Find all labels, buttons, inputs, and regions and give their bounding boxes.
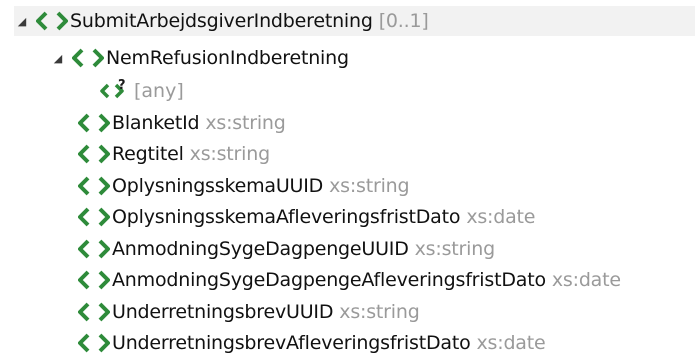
- xml-element-icon: [78, 113, 110, 133]
- cardinality-label: [0..1]: [378, 10, 429, 32]
- element-type: xs:date: [476, 332, 546, 354]
- tree-node-child[interactable]: ◢ NemRefusionIndberetning: [50, 43, 349, 73]
- tree-node-element[interactable]: UnderretningsbrevUUID xs:string: [78, 297, 420, 327]
- tree-node-element[interactable]: OplysningsskemaAfleveringsfristDato xs:d…: [78, 202, 536, 232]
- tree-node-label: NemRefusionIndberetning: [106, 47, 349, 69]
- element-type: xs:string: [329, 175, 410, 197]
- tree-node-element[interactable]: AnmodningSygeDagpengeAfleveringsfristDat…: [78, 265, 621, 295]
- element-type: xs:string: [414, 238, 495, 260]
- tree-node-root[interactable]: ◢ SubmitArbejdsgiverIndberetning [0..1]: [14, 6, 695, 36]
- xml-element-icon: [78, 270, 110, 290]
- xml-element-icon: [78, 333, 110, 353]
- element-name: AnmodningSygeDagpengeAfleveringsfristDat…: [112, 269, 546, 291]
- element-name: AnmodningSygeDagpengeUUID: [112, 238, 409, 260]
- element-type: xs:string: [339, 301, 420, 323]
- schema-tree: ◢ SubmitArbejdsgiverIndberetning [0..1] …: [0, 0, 695, 358]
- tree-node-element[interactable]: OplysningsskemaUUID xs:string: [78, 171, 410, 201]
- xml-any-element-icon: ?: [100, 78, 132, 101]
- xml-element-icon: [72, 48, 104, 68]
- element-name: Regtitel: [112, 143, 184, 165]
- any-badge: ?: [118, 78, 126, 93]
- tree-node-label: SubmitArbejdsgiverIndberetning: [70, 10, 373, 32]
- tree-node-element[interactable]: Regtitel xs:string: [78, 139, 270, 169]
- expanded-triangle-icon[interactable]: ◢: [14, 6, 30, 36]
- element-type: xs:date: [551, 269, 621, 291]
- xml-element-icon: [78, 239, 110, 259]
- element-name: OplysningsskemaAfleveringsfristDato: [112, 206, 461, 228]
- xml-element-icon: [78, 176, 110, 196]
- xml-element-icon: [78, 207, 110, 227]
- expanded-triangle-icon[interactable]: ◢: [50, 43, 66, 73]
- tree-node-element[interactable]: AnmodningSygeDagpengeUUID xs:string: [78, 234, 495, 264]
- element-name: UnderretningsbrevUUID: [112, 301, 334, 323]
- xml-element-icon: [78, 144, 110, 164]
- element-name: BlanketId: [112, 112, 200, 134]
- any-label: [any]: [134, 80, 184, 102]
- element-type: xs:string: [205, 112, 286, 134]
- element-type: xs:string: [189, 143, 270, 165]
- tree-node-element[interactable]: BlanketId xs:string: [78, 108, 286, 138]
- element-type: xs:date: [466, 206, 536, 228]
- element-name: OplysningsskemaUUID: [112, 175, 324, 197]
- xml-element-icon: [78, 302, 110, 322]
- element-name: UnderretningsbrevAfleveringsfristDato: [112, 332, 471, 354]
- tree-node-any[interactable]: ? [any]: [100, 76, 184, 106]
- tree-node-element[interactable]: UnderretningsbrevAfleveringsfristDato xs…: [78, 328, 546, 358]
- xml-element-icon: [36, 11, 68, 31]
